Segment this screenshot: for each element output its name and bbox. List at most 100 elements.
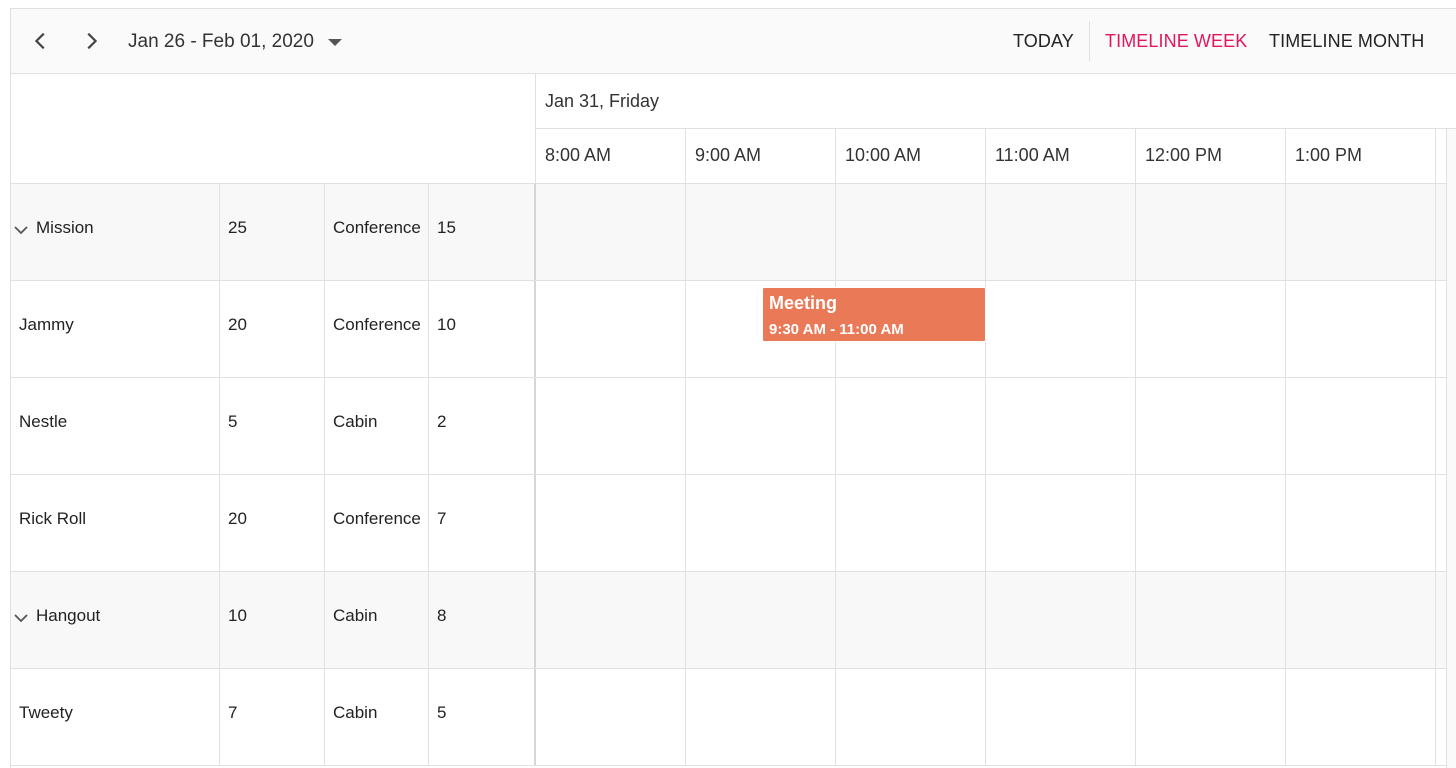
work-cell[interactable]	[836, 475, 986, 571]
resource-name-cell[interactable]: Rick Roll	[11, 475, 220, 571]
work-cell[interactable]	[686, 669, 836, 765]
resource-type-cell: Conference	[325, 475, 429, 571]
work-cell[interactable]	[986, 281, 1136, 377]
resource-name: Hangout	[36, 606, 101, 625]
resource-row-nestle: Nestle 5 Cabin 2	[11, 378, 1456, 475]
resource-row-hangout: Hangout 10 Cabin 8	[11, 572, 1456, 669]
resource-name: Mission	[36, 218, 94, 237]
work-cell[interactable]	[536, 378, 686, 474]
appointment-time: 9:30 AM - 11:00 AM	[769, 321, 904, 338]
work-cell[interactable]	[1136, 669, 1286, 765]
timeline-week-button[interactable]: TIMELINE WEEK	[1105, 31, 1247, 52]
date-header-label: Jan 31, Friday	[545, 91, 660, 111]
resource-type: Cabin	[333, 606, 378, 625]
appointment-meeting[interactable]: Meeting 9:30 AM - 11:00 AM	[762, 287, 986, 342]
time-slot-header: 12:00 PM	[1136, 129, 1286, 184]
work-cell[interactable]	[836, 378, 986, 474]
work-cell[interactable]	[536, 475, 686, 571]
today-button[interactable]: TODAY	[1013, 31, 1074, 52]
vertical-scrollbar[interactable]	[1446, 129, 1456, 768]
work-cell[interactable]	[986, 669, 1136, 765]
work-cell[interactable]	[536, 281, 686, 377]
resource-row-tweety: Tweety 7 Cabin 5	[11, 669, 1456, 766]
resource-type-cell: Conference	[325, 184, 429, 280]
date-header: Jan 31, Friday	[536, 74, 1456, 129]
time-slot-header: 9:00 AM	[686, 129, 836, 184]
appointment-subject: Meeting	[769, 293, 838, 313]
time-slot-label: 1:00 PM	[1295, 145, 1363, 165]
resource-count-cell: 7	[429, 475, 536, 571]
work-cell[interactable]	[1286, 184, 1436, 280]
work-cell[interactable]	[836, 572, 986, 668]
next-button[interactable]	[76, 26, 106, 56]
resource-name-cell[interactable]: Nestle	[11, 378, 220, 474]
resource-capacity: 7	[228, 703, 238, 722]
chevron-down-icon[interactable]	[13, 610, 29, 626]
resource-capacity-cell: 25	[220, 184, 325, 280]
time-slot-label: 10:00 AM	[845, 145, 922, 165]
caret-down-icon	[327, 38, 342, 46]
toolbar-divider	[1089, 21, 1090, 61]
resource-name-cell[interactable]: Mission	[11, 184, 220, 280]
work-cell[interactable]	[686, 184, 836, 280]
work-cell[interactable]	[836, 669, 986, 765]
resource-name-cell[interactable]: Jammy	[11, 281, 220, 377]
work-cell[interactable]	[836, 184, 986, 280]
chevron-right-icon	[87, 32, 98, 50]
resource-capacity: 20	[228, 509, 247, 528]
resource-header	[11, 74, 536, 184]
work-cell[interactable]	[686, 475, 836, 571]
resource-type: Cabin	[333, 412, 378, 431]
resource-capacity: 25	[228, 218, 247, 237]
work-cell[interactable]	[1136, 184, 1286, 280]
resource-type: Conference	[333, 315, 421, 334]
resource-name: Rick Roll	[19, 509, 87, 528]
resource-type-cell: Cabin	[325, 378, 429, 474]
work-cell[interactable]	[536, 184, 686, 280]
resource-count-cell: 2	[429, 378, 536, 474]
resource-count: 15	[437, 218, 456, 237]
work-cell[interactable]	[1286, 281, 1436, 377]
work-cell[interactable]	[1136, 475, 1286, 571]
work-cell[interactable]	[1286, 475, 1436, 571]
resource-capacity-cell: 7	[220, 669, 325, 765]
time-slot-header: 8:00 AM	[536, 129, 686, 184]
resource-count-cell: 8	[429, 572, 536, 668]
resource-capacity: 5	[228, 412, 238, 431]
resource-type: Conference	[333, 218, 421, 237]
resource-capacity-cell: 20	[220, 475, 325, 571]
work-cell[interactable]	[1286, 669, 1436, 765]
resource-name-cell[interactable]: Tweety	[11, 669, 220, 765]
date-range-label: Jan 26 - Feb 01, 2020	[128, 31, 314, 52]
date-range-picker[interactable]: Jan 26 - Feb 01, 2020	[128, 31, 342, 53]
work-cell[interactable]	[986, 184, 1136, 280]
work-cell[interactable]	[1136, 378, 1286, 474]
resource-name-cell[interactable]: Hangout	[11, 572, 220, 668]
work-cell[interactable]	[986, 378, 1136, 474]
time-slot-label: 8:00 AM	[545, 145, 612, 165]
work-cell[interactable]	[986, 572, 1136, 668]
work-cell[interactable]	[986, 475, 1136, 571]
resource-type: Cabin	[333, 703, 378, 722]
work-cell[interactable]	[1286, 572, 1436, 668]
work-cell[interactable]	[1136, 572, 1286, 668]
work-cell[interactable]	[1136, 281, 1286, 377]
resource-count-cell: 5	[429, 669, 536, 765]
timeline-month-button[interactable]: TIMELINE MONTH	[1269, 31, 1424, 52]
previous-button[interactable]	[26, 26, 56, 56]
work-cell[interactable]	[536, 669, 686, 765]
resource-type-cell: Conference	[325, 281, 429, 377]
resource-type-cell: Cabin	[325, 669, 429, 765]
resource-type: Conference	[333, 509, 421, 528]
chevron-left-icon	[34, 32, 45, 50]
time-slot-header: 1:00 PM	[1286, 129, 1436, 184]
work-cell[interactable]	[686, 572, 836, 668]
time-header: 8:00 AM 9:00 AM 10:00 AM 11:00 AM 12:00 …	[536, 129, 1456, 184]
work-cell[interactable]	[536, 572, 686, 668]
time-slot-header: 11:00 AM	[986, 129, 1136, 184]
work-cell[interactable]	[686, 378, 836, 474]
chevron-down-icon[interactable]	[13, 222, 29, 238]
work-cell[interactable]	[1286, 378, 1436, 474]
scheduler: Jan 26 - Feb 01, 2020 TODAY TIMELINE WEE…	[10, 8, 1456, 768]
time-slot-label: 11:00 AM	[995, 145, 1070, 165]
